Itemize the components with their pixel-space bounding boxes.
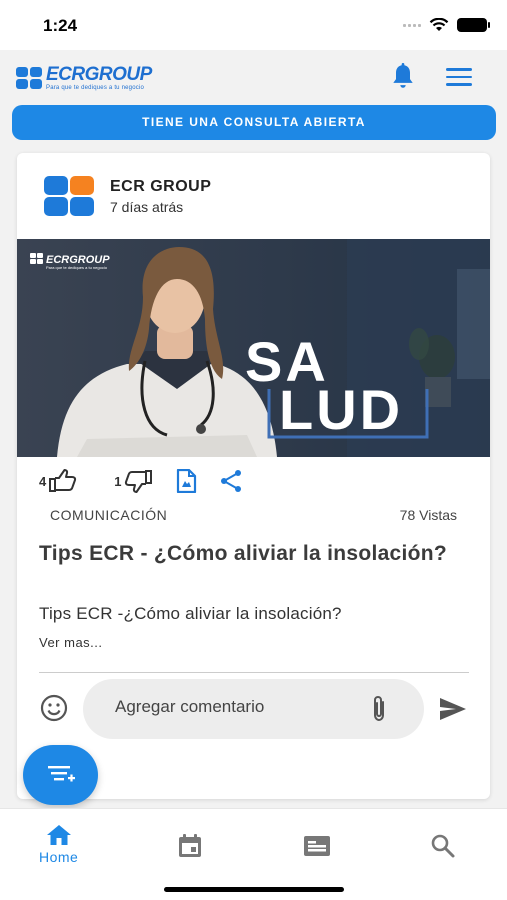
comment-input[interactable] [115, 697, 345, 717]
calendar-icon [179, 834, 201, 857]
like-count: 4 [39, 473, 47, 489]
wifi-icon [429, 18, 449, 31]
status-icons [403, 18, 490, 32]
comment-composer [17, 679, 490, 741]
home-indicator [164, 887, 344, 892]
author-avatar [44, 176, 94, 216]
reactions-bar: 4 1 [39, 468, 243, 494]
post-image-illustration: ECRGROUP Para que te dediques a tu negoc… [17, 239, 490, 457]
thumbs-up-icon [49, 469, 77, 492]
nav-home-label: Home [39, 849, 79, 865]
signal-icon [403, 23, 421, 27]
post-views: 78 Vistas [399, 507, 457, 523]
logo-title-group: GROUP [84, 64, 153, 85]
share-icon [221, 470, 242, 492]
emoji-button[interactable] [39, 693, 69, 728]
nav-card[interactable] [303, 834, 331, 858]
open-consult-banner[interactable]: TIENE UNA CONSULTA ABIERTA [12, 105, 496, 140]
paperclip-icon [374, 695, 384, 722]
nav-calendar[interactable] [177, 833, 203, 859]
card-icon [304, 836, 330, 856]
logo-mark-icon [16, 67, 42, 89]
share-button[interactable] [219, 469, 243, 493]
post-image[interactable]: ECRGROUP Para que te dediques a tu negoc… [17, 239, 490, 457]
status-time: 1:24 [43, 16, 78, 35]
image-logo-tagline: Para que te dediques a tu negocio [46, 265, 108, 270]
post-time: 7 días atrás [110, 199, 184, 215]
ecr-group-logo[interactable]: ECRGROUP Para que te dediques a tu negoc… [16, 65, 152, 91]
home-icon [46, 825, 71, 845]
notifications-button[interactable] [388, 62, 418, 92]
bell-icon [393, 63, 413, 88]
image-headline-line2: LUD [279, 378, 403, 441]
nav-home[interactable]: Home [39, 823, 78, 865]
see-more-link[interactable]: Ver mas... [39, 635, 103, 650]
dislike-count: 1 [114, 473, 122, 489]
nav-search[interactable] [430, 833, 456, 859]
post-author[interactable]: ECR GROUP [110, 178, 211, 196]
thumbs-down-icon [125, 470, 153, 493]
status-bar: 1:24 [0, 0, 507, 50]
logo-title-ecr: ECR [46, 64, 85, 85]
post-category: COMUNICACIÓN [50, 507, 168, 523]
divider [39, 672, 469, 673]
save-post-button[interactable] [175, 469, 197, 493]
filter-add-icon [47, 766, 75, 782]
attach-button[interactable] [368, 694, 390, 729]
app-header: ECRGROUP Para que te dediques a tu negoc… [0, 50, 507, 102]
battery-icon [457, 18, 490, 32]
search-icon [431, 834, 455, 858]
dislike-reaction[interactable]: 1 [114, 469, 153, 493]
post-title[interactable]: Tips ECR - ¿Cómo aliviar la insolación? [39, 539, 469, 568]
like-reaction[interactable]: 4 [39, 469, 78, 493]
filter-fab-button[interactable] [23, 745, 98, 805]
logo-tagline: Para que te dediques a tu negocio [46, 85, 145, 91]
post-subtitle: Tips ECR -¿Cómo aliviar la insolación? [39, 604, 342, 623]
menu-icon [446, 68, 472, 71]
app-screen: 1:24 ECRGROUP Para que te dediques a tu … [0, 0, 507, 900]
document-icon [177, 469, 197, 493]
smiley-icon [40, 694, 68, 722]
bottom-nav: Home [0, 808, 507, 900]
post-card: ECR GROUP 7 días atrás ECRGROUP Para que… [17, 153, 490, 799]
menu-button[interactable] [446, 64, 476, 90]
send-comment-button[interactable] [438, 696, 468, 727]
comment-field[interactable] [83, 679, 424, 739]
send-icon [440, 698, 466, 720]
